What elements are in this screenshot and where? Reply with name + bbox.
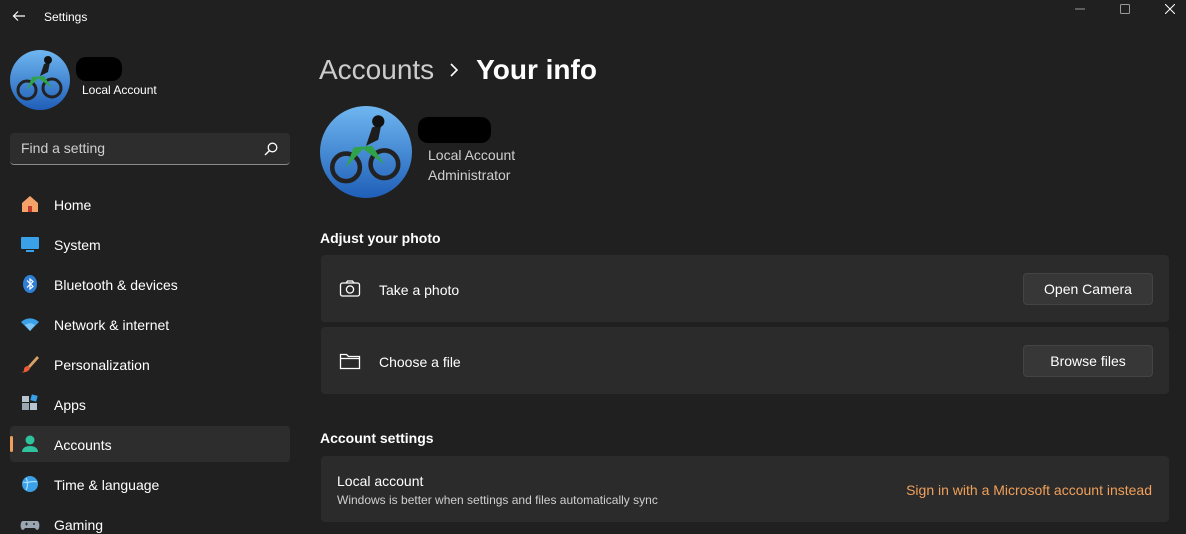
local-account-title: Local account xyxy=(337,473,424,489)
camera-icon xyxy=(339,278,361,300)
profile-account-type: Local Account xyxy=(82,83,157,97)
back-arrow-icon xyxy=(12,11,25,21)
local-account-description: Windows is better when settings and file… xyxy=(337,493,658,507)
settings-window: Settings Local Account Find a setting Ho… xyxy=(0,0,1186,534)
close-icon xyxy=(1165,4,1175,14)
adjust-photo-heading: Adjust your photo xyxy=(320,230,441,246)
open-camera-button[interactable]: Open Camera xyxy=(1023,273,1153,305)
sidebar-item-system[interactable]: System xyxy=(10,226,290,262)
sidebar-item-label: Apps xyxy=(54,397,86,413)
user-avatar xyxy=(320,106,412,198)
accounts-icon xyxy=(20,434,40,454)
title-bar: Settings xyxy=(0,0,1186,34)
app-title: Settings xyxy=(44,10,88,24)
sidebar-item-label: Bluetooth & devices xyxy=(54,277,178,293)
microsoft-signin-link[interactable]: Sign in with a Microsoft account instead xyxy=(906,482,1152,498)
take-photo-label: Take a photo xyxy=(379,282,460,298)
network-icon xyxy=(20,314,40,334)
user-account-type: Local Account xyxy=(428,147,516,163)
sidebar-item-label: Home xyxy=(54,197,92,213)
sidebar-item-label: Network & internet xyxy=(54,317,170,333)
chevron-right-icon xyxy=(450,63,462,77)
sidebar-item-personalization[interactable]: Personalization xyxy=(10,346,290,382)
gaming-icon xyxy=(20,514,40,534)
search-input[interactable] xyxy=(10,133,250,163)
bluetooth-icon xyxy=(20,274,40,294)
maximize-button[interactable] xyxy=(1102,0,1148,18)
sidebar-item-gaming[interactable]: Gaming xyxy=(10,506,290,534)
back-button[interactable] xyxy=(8,5,30,27)
search-box xyxy=(10,133,290,165)
maximize-icon xyxy=(1120,4,1130,14)
folder-icon xyxy=(339,350,361,372)
minimize-button[interactable] xyxy=(1057,0,1103,18)
breadcrumb-accounts-link[interactable]: Accounts xyxy=(319,54,434,86)
page-title: Your info xyxy=(476,54,597,85)
home-icon xyxy=(20,194,40,214)
sidebar-item-label: Personalization xyxy=(54,357,150,373)
sidebar-item-network-internet[interactable]: Network & internet xyxy=(10,306,290,342)
choose-file-label: Choose a file xyxy=(379,354,461,370)
profile-name-redacted xyxy=(76,57,122,81)
sidebar-item-label: System xyxy=(54,237,101,253)
time-language-icon xyxy=(20,474,40,494)
personalization-brush-icon xyxy=(20,354,40,374)
sidebar-item-home[interactable]: Home xyxy=(10,186,290,222)
sidebar-item-apps[interactable]: Apps xyxy=(10,386,290,422)
breadcrumb: Accounts Your info xyxy=(319,50,597,90)
close-button[interactable] xyxy=(1147,0,1186,18)
local-account-card: Local account Windows is better when set… xyxy=(321,456,1169,522)
sidebar-nav: Home System Bluetooth & devices Network … xyxy=(10,186,290,534)
sidebar-item-label: Accounts xyxy=(54,437,112,453)
sidebar-item-bluetooth-devices[interactable]: Bluetooth & devices xyxy=(10,266,290,302)
user-name-redacted xyxy=(418,117,491,143)
system-icon xyxy=(20,234,40,254)
browse-files-button[interactable]: Browse files xyxy=(1023,345,1153,377)
search-icon[interactable] xyxy=(264,142,278,156)
sidebar-item-accounts[interactable]: Accounts xyxy=(10,426,290,462)
take-photo-card: Take a photo Open Camera xyxy=(321,255,1169,322)
user-role: Administrator xyxy=(428,167,511,183)
choose-file-card: Choose a file Browse files xyxy=(321,327,1169,394)
profile-avatar[interactable] xyxy=(10,50,70,110)
account-settings-heading: Account settings xyxy=(320,430,434,446)
sidebar-item-label: Time & language xyxy=(54,477,160,493)
sidebar-item-label: Gaming xyxy=(54,517,104,533)
sidebar-item-time-language[interactable]: Time & language xyxy=(10,466,290,502)
apps-icon xyxy=(20,394,40,414)
minimize-icon xyxy=(1075,8,1085,10)
